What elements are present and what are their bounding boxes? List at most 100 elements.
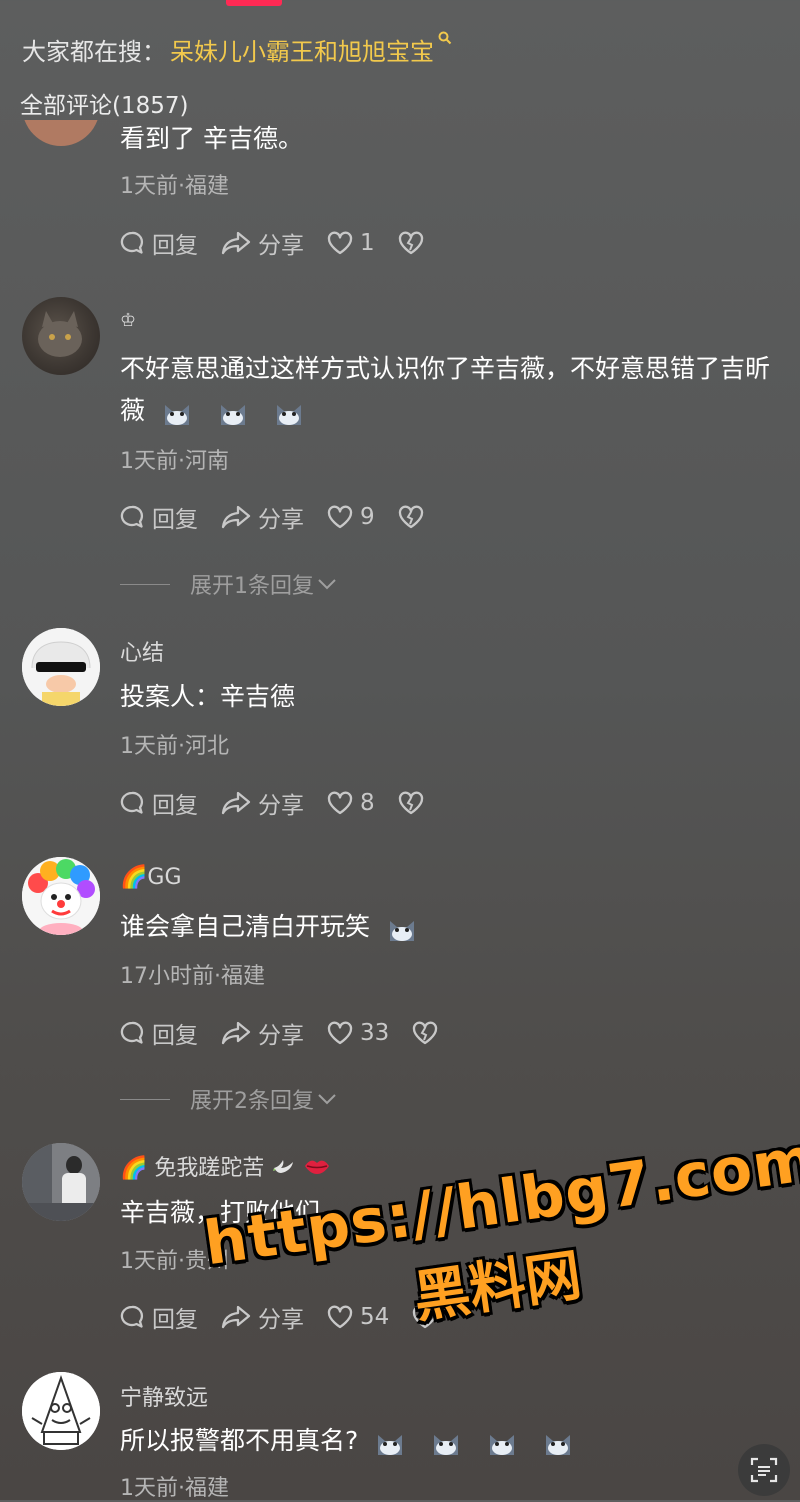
reply-icon	[120, 1305, 144, 1328]
reply-icon	[120, 231, 144, 254]
like-count: 9	[360, 504, 375, 530]
comment-text: 辛吉薇，打败他们	[120, 1198, 321, 1227]
reply-button[interactable]: 回复	[118, 226, 198, 260]
dislike-button[interactable]	[411, 1020, 445, 1046]
expand-replies-label: 展开1条回复	[190, 574, 314, 599]
reply-label: 回复	[152, 793, 198, 819]
comment-text: 不好意思通过这样方式认识你了辛吉薇，不好意思错了吉昕薇	[120, 348, 790, 432]
avatar[interactable]	[22, 297, 100, 375]
commenter-name-text: 🌈 免我蹉跎苦	[120, 1156, 265, 1181]
avatar[interactable]	[22, 628, 100, 706]
dislike-button[interactable]	[397, 230, 431, 256]
heart-icon	[327, 231, 353, 255]
search-icon	[438, 29, 452, 50]
dove-icon	[272, 1156, 296, 1176]
share-label: 分享	[258, 793, 304, 819]
scan-icon	[750, 1457, 778, 1483]
avatar[interactable]	[22, 1372, 100, 1450]
cat-emoji-icon	[273, 398, 305, 426]
like-button[interactable]: 33	[326, 1020, 389, 1046]
comment-actions: 回复 分享 9	[118, 500, 453, 534]
reply-label: 回复	[152, 507, 198, 533]
share-button[interactable]: 分享	[220, 226, 304, 260]
share-label: 分享	[258, 1023, 304, 1049]
comment-text: 所以报警都不用真名?	[120, 1420, 790, 1462]
dislike-button[interactable]	[411, 1304, 445, 1330]
share-icon	[221, 505, 251, 529]
share-icon	[221, 791, 251, 815]
reply-button[interactable]: 回复	[118, 1300, 198, 1334]
dislike-button[interactable]	[397, 790, 431, 816]
divider-line	[120, 583, 170, 585]
heart-icon	[327, 1021, 353, 1045]
reply-label: 回复	[152, 1307, 198, 1333]
search-keyword-link[interactable]: 呆妹儿小霸王和旭旭宝宝	[170, 32, 434, 67]
reply-icon	[120, 791, 144, 814]
comment-actions: 回复 分享 54	[118, 1300, 467, 1334]
cat-emoji-icon	[542, 1428, 574, 1456]
dislike-button[interactable]	[397, 504, 431, 530]
cat-emoji-icon	[217, 398, 249, 426]
reply-icon	[120, 1021, 144, 1044]
broken-heart-icon	[413, 1021, 438, 1045]
share-button[interactable]: 分享	[220, 1016, 304, 1050]
like-count: 33	[360, 1020, 390, 1046]
comment-actions: 回复 分享 33	[118, 1016, 467, 1050]
chevron-down-icon	[318, 579, 336, 590]
expand-replies-button[interactable]: 展开1条回复	[120, 568, 338, 600]
comment-actions: 回复 分享 1	[118, 226, 453, 260]
heart-icon	[327, 1305, 353, 1329]
comment-meta: 1天前·河南	[120, 449, 229, 474]
comment-meta: 1天前·福建	[120, 174, 229, 199]
lips-icon	[304, 1157, 330, 1175]
reply-button[interactable]: 回复	[118, 786, 198, 820]
share-icon	[221, 1305, 251, 1329]
expand-replies-label: 展开2条回复	[190, 1089, 314, 1114]
reply-button[interactable]: 回复	[118, 500, 198, 534]
avatar[interactable]	[22, 857, 100, 935]
like-count: 8	[360, 790, 375, 816]
commenter-name[interactable]: 心结	[120, 635, 164, 667]
commenter-name[interactable]: 宁静致远	[120, 1380, 208, 1412]
cat-emoji-icon	[161, 398, 193, 426]
commenter-name[interactable]: ♔	[120, 310, 136, 331]
broken-heart-icon	[413, 1305, 438, 1329]
broken-heart-icon	[398, 231, 423, 255]
like-button[interactable]: 9	[326, 504, 375, 530]
comment-meta: 1天前·河北	[120, 734, 229, 759]
comment-text: 谁会拿自己清白开玩笑	[120, 906, 790, 948]
commenter-name[interactable]: 🌈 免我蹉跎苦	[120, 1150, 330, 1182]
expand-replies-button[interactable]: 展开2条回复	[120, 1083, 338, 1115]
cat-emoji-icon	[486, 1428, 518, 1456]
share-icon	[221, 231, 251, 255]
like-button[interactable]: 8	[326, 790, 375, 816]
avatar[interactable]	[22, 1143, 100, 1221]
comment-text-body: 谁会拿自己清白开玩笑	[120, 912, 371, 941]
reply-label: 回复	[152, 1023, 198, 1049]
scan-text-button[interactable]	[738, 1444, 790, 1496]
like-button[interactable]: 54	[326, 1304, 389, 1330]
share-button[interactable]: 分享	[220, 1300, 304, 1334]
broken-heart-icon	[398, 505, 423, 529]
cat-emoji-icon	[374, 1428, 406, 1456]
cat-emoji-icon	[386, 914, 418, 942]
comment-meta: 1天前·贵州	[120, 1249, 229, 1274]
reply-button[interactable]: 回复	[118, 1016, 198, 1050]
comment-actions: 回复 分享 8	[118, 786, 453, 820]
share-label: 分享	[258, 233, 304, 259]
comment-text: 看到了 辛吉德。	[120, 124, 303, 153]
search-suggestion[interactable]: 大家都在搜： 呆妹儿小霸王和旭旭宝宝	[22, 29, 452, 67]
broken-heart-icon	[398, 791, 423, 815]
tab-indicator	[226, 0, 282, 6]
like-count: 1	[360, 230, 375, 256]
commenter-name[interactable]: 🌈GG	[120, 865, 182, 890]
search-prefix: 大家都在搜：	[22, 38, 166, 66]
share-button[interactable]: 分享	[220, 500, 304, 534]
share-button[interactable]: 分享	[220, 786, 304, 820]
share-icon	[221, 1021, 251, 1045]
like-count: 54	[360, 1304, 390, 1330]
comment-count-title: 全部评论(1857)	[20, 93, 189, 119]
like-button[interactable]: 1	[326, 230, 375, 256]
comment-meta: 1天前·福建	[120, 1476, 229, 1501]
cat-emoji-icon	[430, 1428, 462, 1456]
